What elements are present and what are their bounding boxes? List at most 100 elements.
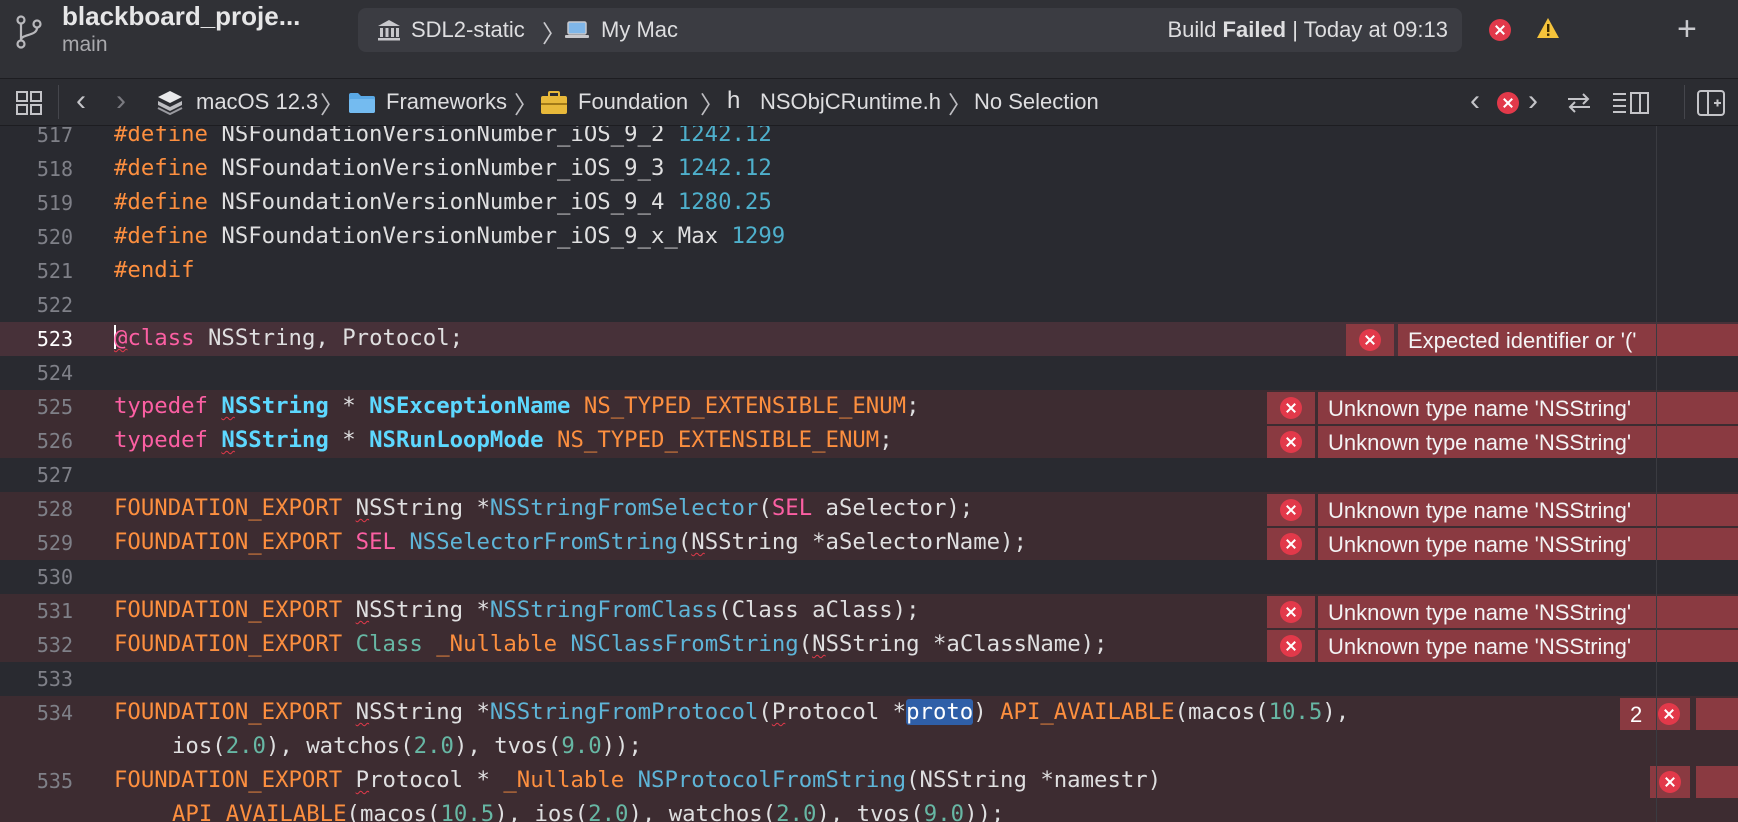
code-text: typedef NSString * NSExceptionName NS_TY… bbox=[114, 393, 920, 419]
chevron-right-icon: 〉 bbox=[514, 92, 538, 119]
error-icon[interactable] bbox=[1497, 92, 1519, 114]
breadcrumb-folder[interactable]: Frameworks bbox=[386, 89, 507, 115]
activity-viewer: SDL2-static 〉 My Mac Build Failed | Toda… bbox=[358, 8, 1462, 52]
issue-count: 2 bbox=[1630, 702, 1643, 727]
run-destination[interactable]: My Mac bbox=[601, 17, 678, 43]
error-marker[interactable] bbox=[1267, 630, 1315, 662]
build-status[interactable]: Build Failed | Today at 09:13 bbox=[1168, 17, 1449, 43]
build-status-time: | Today at 09:13 bbox=[1286, 17, 1448, 42]
code-line[interactable]: 525 typedef NSString * NSExceptionName N… bbox=[0, 390, 1738, 424]
error-message-text: Expected identifier or '(' bbox=[1408, 328, 1637, 353]
line-number: 527 bbox=[36, 463, 73, 487]
window-toolbar: blackboard_proje... main SDL2-static 〉 M… bbox=[0, 0, 1738, 78]
code-line-current[interactable]: 523 @class NSString, Protocol; Expected … bbox=[0, 322, 1738, 356]
grid-icon[interactable] bbox=[16, 91, 42, 115]
error-banner-stub[interactable] bbox=[1696, 766, 1738, 798]
code-line[interactable]: 521 #endif bbox=[0, 254, 1738, 288]
code-line[interactable]: 533 bbox=[0, 662, 1738, 696]
line-number: 535 bbox=[36, 769, 73, 793]
split-editor-icon[interactable] bbox=[1697, 90, 1725, 116]
error-message-text: Unknown type name 'NSString' bbox=[1328, 396, 1632, 421]
error-marker[interactable] bbox=[1267, 596, 1315, 628]
code-line[interactable]: 532 FOUNDATION_EXPORT Class _Nullable NS… bbox=[0, 628, 1738, 662]
inspector-icon[interactable] bbox=[1612, 91, 1650, 115]
code-line[interactable]: 529 FOUNDATION_EXPORT SEL NSSelectorFrom… bbox=[0, 526, 1738, 560]
code-line[interactable]: 527 bbox=[0, 458, 1738, 492]
divider bbox=[58, 85, 59, 119]
error-icon bbox=[1359, 329, 1381, 351]
error-icon bbox=[1280, 533, 1302, 555]
line-number: 522 bbox=[36, 293, 73, 317]
line-number: 530 bbox=[36, 565, 73, 589]
code-line[interactable]: 520 #define NSFoundationVersionNumber_iO… bbox=[0, 220, 1738, 254]
code-text-wrap: ios(2.0), watchos(2.0), tvos(9.0)); bbox=[172, 733, 642, 759]
code-line[interactable]: 526 typedef NSString * NSRunLoopMode NS_… bbox=[0, 424, 1738, 458]
error-marker[interactable] bbox=[1267, 494, 1315, 526]
error-message-text: Unknown type name 'NSString' bbox=[1328, 600, 1632, 625]
line-number: 528 bbox=[36, 497, 73, 521]
previous-issue-icon[interactable]: ‹ bbox=[1470, 83, 1480, 119]
source-editor[interactable]: 517 #define NSFoundationVersionNumber_iO… bbox=[0, 126, 1738, 822]
code-line[interactable]: 528 FOUNDATION_EXPORT NSString *NSString… bbox=[0, 492, 1738, 526]
line-number: 529 bbox=[36, 531, 73, 555]
chevron-left-icon[interactable]: ‹ bbox=[76, 83, 86, 119]
code-line[interactable]: 535 FOUNDATION_EXPORT Protocol * _Nullab… bbox=[0, 764, 1738, 822]
branch-name[interactable]: main bbox=[62, 33, 108, 57]
error-marker[interactable] bbox=[1267, 392, 1315, 424]
branch-icon bbox=[16, 15, 42, 49]
header-file-icon: h bbox=[727, 87, 741, 114]
error-banner-stub[interactable] bbox=[1696, 698, 1738, 730]
next-issue-icon[interactable]: › bbox=[1528, 83, 1538, 119]
issue-badge[interactable]: 2 bbox=[1620, 698, 1690, 730]
line-number: 525 bbox=[36, 395, 73, 419]
code-line[interactable]: 531 FOUNDATION_EXPORT NSString *NSString… bbox=[0, 594, 1738, 628]
line-number: 520 bbox=[36, 225, 73, 249]
code-text: FOUNDATION_EXPORT NSString *NSStringFrom… bbox=[114, 597, 920, 623]
scheme-icon bbox=[378, 20, 400, 41]
code-line[interactable]: 519 #define NSFoundationVersionNumber_iO… bbox=[0, 186, 1738, 220]
code-text: FOUNDATION_EXPORT Protocol * _Nullable N… bbox=[114, 767, 1162, 793]
code-line[interactable]: 524 bbox=[0, 356, 1738, 390]
code-line[interactable]: 522 bbox=[0, 288, 1738, 322]
error-icon bbox=[1280, 397, 1302, 419]
error-icon[interactable] bbox=[1489, 19, 1511, 41]
project-name[interactable]: blackboard_proje... bbox=[62, 1, 300, 32]
breadcrumb-file[interactable]: NSObjCRuntime.h bbox=[760, 89, 941, 115]
error-message[interactable]: Unknown type name 'NSString' bbox=[1318, 596, 1738, 628]
code-line[interactable]: 517 #define NSFoundationVersionNumber_iO… bbox=[0, 126, 1738, 152]
error-message[interactable]: Expected identifier or '(' bbox=[1398, 324, 1738, 356]
code-text: FOUNDATION_EXPORT Class _Nullable NSClas… bbox=[114, 631, 1108, 657]
error-message[interactable]: Unknown type name 'NSString' bbox=[1318, 528, 1738, 560]
toolbox-icon bbox=[541, 91, 567, 114]
breadcrumb-selection[interactable]: No Selection bbox=[974, 89, 1099, 115]
swap-icon[interactable] bbox=[1565, 91, 1593, 115]
error-message-text: Unknown type name 'NSString' bbox=[1328, 634, 1632, 659]
chevron-right-icon[interactable]: › bbox=[116, 83, 126, 119]
breadcrumb-framework[interactable]: Foundation bbox=[578, 89, 688, 115]
scheme-selector[interactable]: SDL2-static bbox=[411, 17, 525, 43]
build-status-result: Failed bbox=[1222, 17, 1287, 42]
code-text: #define NSFoundationVersionNumber_iOS_9_… bbox=[114, 126, 772, 147]
code-text: @class NSString, Protocol; bbox=[114, 325, 464, 351]
jump-bar: ‹ › macOS 12.3 〉 Frameworks 〉 Foundation… bbox=[0, 78, 1738, 126]
add-icon[interactable]: + bbox=[1677, 12, 1697, 46]
error-message[interactable]: Unknown type name 'NSString' bbox=[1318, 630, 1738, 662]
mac-icon bbox=[565, 21, 589, 38]
breadcrumb-sdk[interactable]: macOS 12.3 bbox=[196, 89, 318, 115]
code-line[interactable]: 534 FOUNDATION_EXPORT NSString *NSString… bbox=[0, 696, 1738, 764]
error-icon bbox=[1658, 703, 1680, 725]
sdk-icon bbox=[157, 91, 183, 116]
error-marker[interactable] bbox=[1267, 426, 1315, 458]
line-number: 533 bbox=[36, 667, 73, 691]
code-text: #define NSFoundationVersionNumber_iOS_9_… bbox=[114, 223, 786, 249]
error-message[interactable]: Unknown type name 'NSString' bbox=[1318, 494, 1738, 526]
warning-icon[interactable] bbox=[1536, 17, 1560, 39]
error-marker[interactable] bbox=[1346, 324, 1394, 356]
line-number: 521 bbox=[36, 259, 73, 283]
error-message[interactable]: Unknown type name 'NSString' bbox=[1318, 392, 1738, 424]
code-line[interactable]: 530 bbox=[0, 560, 1738, 594]
code-line[interactable]: 518 #define NSFoundationVersionNumber_iO… bbox=[0, 152, 1738, 186]
error-marker[interactable] bbox=[1267, 528, 1315, 560]
line-number: 517 bbox=[36, 126, 73, 147]
error-message[interactable]: Unknown type name 'NSString' bbox=[1318, 426, 1738, 458]
